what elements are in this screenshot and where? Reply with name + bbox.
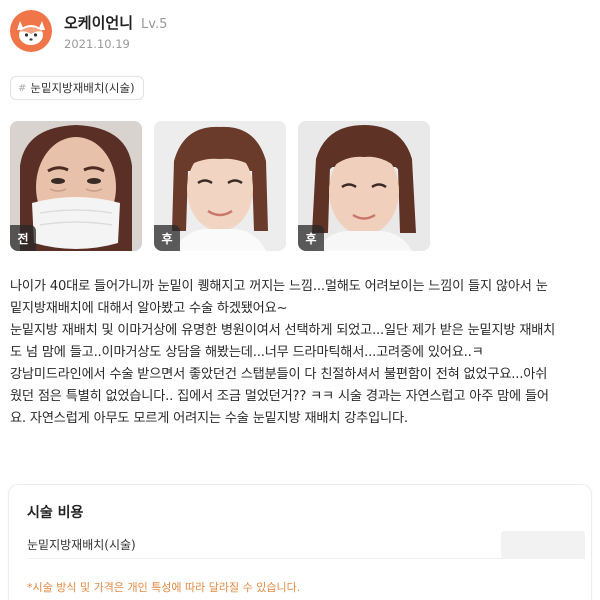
- hash-icon: #: [18, 82, 27, 94]
- user-level: Lv.5: [141, 16, 168, 32]
- review-page: 오케이언니 Lv.5 2021.10.19 # 눈밑지방재배치(시술) 전 후 …: [0, 0, 600, 600]
- user-line: 오케이언니 Lv.5: [64, 12, 167, 33]
- review-line: 나이가 40대로 들어가니까 눈밑이 퀭해지고 꺼지는 느낌...멀해도 어려보…: [10, 279, 548, 294]
- after-badge-1: 후: [154, 225, 180, 251]
- price-value-placeholder: [501, 530, 585, 559]
- after-photo-2[interactable]: 후: [298, 121, 430, 251]
- procedure-tag-label: 눈밑지방재배치(시술): [30, 81, 135, 95]
- user-meta: 오케이언니 Lv.5 2021.10.19: [64, 12, 167, 51]
- review-line: 도 넘 맘에 들고..이마거상도 상담을 해봤는데...너무 드라마틱해서...…: [10, 345, 484, 360]
- price-card: 시술 비용 눈밑지방재배치(시술) *시술 방식 및 가격은 개인 특성에 따라…: [8, 484, 592, 600]
- review-header: 오케이언니 Lv.5 2021.10.19: [10, 8, 167, 54]
- avatar[interactable]: [10, 10, 52, 52]
- before-badge: 전: [10, 225, 36, 251]
- review-line: 웠던 점은 특별히 없었습니다.. 집에서 조금 멀었던거?? ㅋㅋ 시술 경과…: [10, 389, 549, 404]
- price-title: 시술 비용: [27, 505, 84, 521]
- price-item-name: 눈밑지방재배치(시술): [27, 538, 136, 552]
- after-badge-2: 후: [298, 225, 324, 251]
- review-text: 나이가 40대로 들어가니까 눈밑이 퀭해지고 꺼지는 느낌...멀해도 어려보…: [10, 276, 592, 430]
- price-note: *시술 방식 및 가격은 개인 특성에 따라 달라질 수 있습니다.: [27, 581, 301, 594]
- review-line: 강남미드라인에서 수술 받으면서 좋았던건 스탭분들이 다 친절하셔서 불편함이…: [10, 367, 548, 382]
- review-line: 눈밑지방 재배치 및 이마거상에 유명한 병원이여서 선택하게 되었고...일단…: [10, 323, 556, 338]
- photo-gallery: 전 후 후: [10, 121, 430, 251]
- price-row: 눈밑지방재배치(시술): [27, 530, 585, 559]
- post-date: 2021.10.19: [64, 36, 130, 51]
- before-photo[interactable]: 전: [10, 121, 142, 251]
- username[interactable]: 오케이언니: [64, 12, 133, 33]
- fox-icon: [17, 21, 45, 45]
- review-line: 요. 자연스럽게 아무도 모르게 어려지는 수술 눈밑지방 재배치 강추입니다.: [10, 411, 408, 426]
- after-photo-1[interactable]: 후: [154, 121, 286, 251]
- review-line: 밑지방재배치에 대해서 알아봤고 수술 하겠됐어요~: [10, 301, 288, 316]
- procedure-tag[interactable]: # 눈밑지방재배치(시술): [10, 76, 144, 100]
